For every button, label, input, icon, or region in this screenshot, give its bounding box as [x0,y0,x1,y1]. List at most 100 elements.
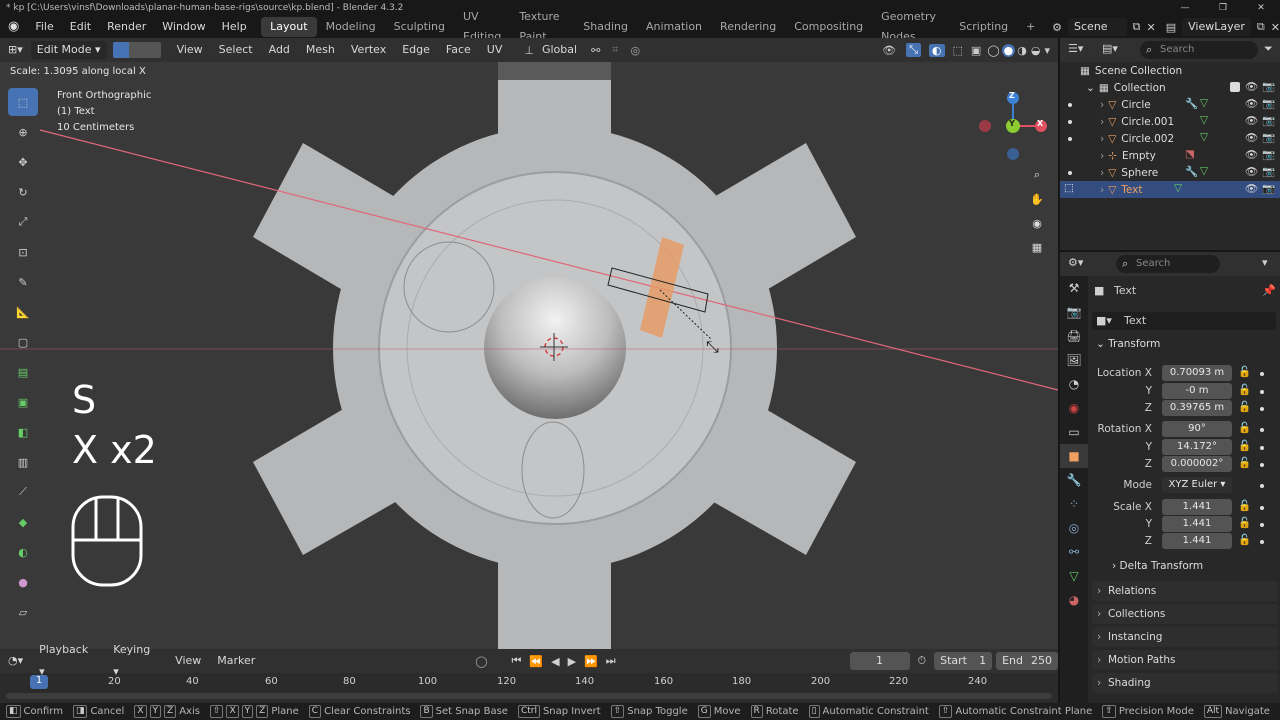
scene-icon[interactable]: ⚙ [1052,21,1062,34]
menu-mesh[interactable]: Mesh [298,39,343,61]
rotate-tool-icon[interactable]: ↻ [8,178,38,206]
motion-paths-panel[interactable]: Motion Paths [1092,650,1278,670]
lock-icon[interactable]: 🔓 [1238,421,1251,434]
display-mode-icon[interactable]: ▤▾ [1102,42,1118,55]
keyframe-dot-icon[interactable] [1260,540,1264,544]
scale-tool-icon[interactable]: ⤢ [8,208,38,236]
expand-icon[interactable]: ⌄ [1086,82,1095,94]
keyframe-dot-icon[interactable] [1260,446,1264,450]
lock-icon[interactable]: 🔓 [1238,533,1251,546]
eye-icon[interactable]: 👁 [1245,148,1258,161]
eye-icon[interactable]: 👁 [1245,114,1258,127]
location-y-field[interactable]: -0 m [1162,383,1232,399]
tab-modeling[interactable]: Modeling [317,17,385,37]
collection-tab-icon[interactable]: ▭ [1060,420,1088,444]
scale-x-field[interactable]: 1.441 [1162,499,1232,515]
scene-collection-row[interactable]: ▦ Scene Collection [1060,62,1280,79]
tab-animation[interactable]: Animation [637,17,711,37]
viewlayer-remove-icon[interactable]: ✕ [1271,21,1280,34]
tab-sculpting[interactable]: Sculpting [385,17,454,37]
expand-icon[interactable]: › [1100,167,1104,179]
close-window-button[interactable]: ✕ [1242,0,1280,16]
camera-render-icon[interactable]: 📷 [1262,165,1275,178]
wireframe-shading-icon[interactable]: ◯ [987,44,999,57]
relations-panel[interactable]: Relations [1092,581,1278,601]
pivot-icon[interactable]: ⚯ [591,44,600,57]
tool-tab-icon[interactable]: ⚒ [1060,276,1088,300]
transform-panel-header[interactable]: ⌄ Transform [1096,338,1160,350]
material-shading-icon[interactable]: ◑ [1017,44,1027,57]
keyframe-dot-icon[interactable] [1260,372,1264,376]
proportional-edit-icon[interactable]: ◎ [630,44,640,57]
menu-file[interactable]: File [27,16,61,38]
particles-tab-icon[interactable]: ⁘ [1060,492,1088,516]
frame-ruler[interactable]: 1 20 40 60 80 100 120 140 160 180 200 22… [0,675,1058,691]
pin-icon[interactable]: 📌 [1262,284,1276,297]
delta-transform-subpanel[interactable]: › Delta Transform [1112,560,1203,572]
poly-build-tool-icon[interactable]: ◆ [8,508,38,536]
current-frame-field[interactable]: 1 [849,652,910,670]
cursor-tool-icon[interactable]: ⊕ [8,118,38,146]
scale-y-field[interactable]: 1.441 [1162,516,1232,532]
outliner-item-circle-001[interactable]: › ▽ Circle.001 ▽ 👁 📷 [1060,113,1280,130]
edge-select-icon[interactable] [128,42,145,58]
camera-render-icon[interactable]: 📷 [1262,182,1275,195]
outliner-item-sphere[interactable]: › ▽ Sphere 🔧 ▽ 👁 📷 [1060,164,1280,181]
tab-shading[interactable]: Shading [574,17,637,37]
overlay-icon[interactable]: ◐ [928,43,945,57]
jump-end-icon[interactable]: ⏭ [606,654,616,668]
timeline-editor-type-icon[interactable]: ◔▾ [0,650,31,672]
menu-edit[interactable]: Edit [62,16,99,38]
lock-icon[interactable]: 🔓 [1238,400,1251,413]
outliner-item-circle[interactable]: › ▽ Circle 🔧 ▽ 👁 📷 [1060,96,1280,113]
outliner-item-text[interactable]: ⬚ › ▽ Text ▽ 👁 📷 [1060,181,1280,198]
data-tab-icon[interactable]: ▽ [1060,564,1088,588]
menu-add[interactable]: Add [261,39,298,61]
play-icon[interactable]: ▶ [568,655,576,668]
scene-copy-icon[interactable]: ⧉ [1133,20,1141,34]
auto-key-icon[interactable]: ◯ [475,655,487,668]
rotation-y-field[interactable]: 14.172° [1162,439,1232,455]
inset-tool-icon[interactable]: ▣ [8,388,38,416]
select-box-tool-icon[interactable]: ⬚ [8,88,38,116]
add-cube-tool-icon[interactable]: ▢ [8,328,38,356]
jump-start-icon[interactable]: ⏮ [512,654,522,668]
keyframe-dot-icon[interactable] [1260,390,1264,394]
keyframe-dot-icon[interactable] [1260,428,1264,432]
expand-icon[interactable]: › [1100,184,1104,196]
camera-view-icon[interactable]: ◉ [1025,211,1049,235]
prev-keyframe-icon[interactable]: ⏪ [529,655,543,668]
move-tool-icon[interactable]: ✥ [8,148,38,176]
minimize-button[interactable]: — [1166,0,1204,16]
editor-type-icon[interactable]: ⊞▾ [0,39,31,61]
viewlayer-copy-icon[interactable]: ⧉ [1257,20,1265,34]
measure-tool-icon[interactable]: 📐 [8,298,38,326]
gizmo-toggle-icon[interactable]: ⤡ [906,43,921,57]
physics-tab-icon[interactable]: ◎ [1060,516,1088,540]
camera-render-icon[interactable]: 📷 [1262,131,1275,144]
eye-icon[interactable]: 👁 [1245,165,1258,178]
render-tab-icon[interactable]: 📷 [1060,300,1088,324]
rotation-z-field[interactable]: 0.000002° [1162,456,1232,472]
smooth-tool-icon[interactable]: ● [8,568,38,596]
camera-render-icon[interactable]: 📷 [1262,97,1275,110]
tab-rendering[interactable]: Rendering [711,17,785,37]
face-select-icon[interactable] [144,42,161,58]
menu-help[interactable]: Help [214,16,255,38]
bevel-tool-icon[interactable]: ◧ [8,418,38,446]
camera-render-icon[interactable]: 📷 [1262,148,1275,161]
ortho-grid-icon[interactable]: ▦ [1025,235,1049,259]
add-workspace-icon[interactable]: + [1017,17,1044,37]
menu-edge[interactable]: Edge [394,39,438,61]
rotation-x-field[interactable]: 90° [1162,421,1232,437]
viewport-scene[interactable]: ⤡ [0,62,1058,649]
world-tab-icon[interactable]: ◉ [1060,396,1088,420]
expand-icon[interactable]: › [1100,116,1104,128]
camera-render-icon[interactable]: 📷 [1262,114,1275,127]
scene-remove-icon[interactable]: ✕ [1147,21,1156,34]
scale-z-field[interactable]: 1.441 [1162,533,1232,549]
lock-icon[interactable]: 🔓 [1238,365,1251,378]
collections-panel[interactable]: Collections [1092,604,1278,624]
timeline-scrollbar[interactable] [6,693,1052,699]
expand-icon[interactable]: › [1100,99,1104,111]
